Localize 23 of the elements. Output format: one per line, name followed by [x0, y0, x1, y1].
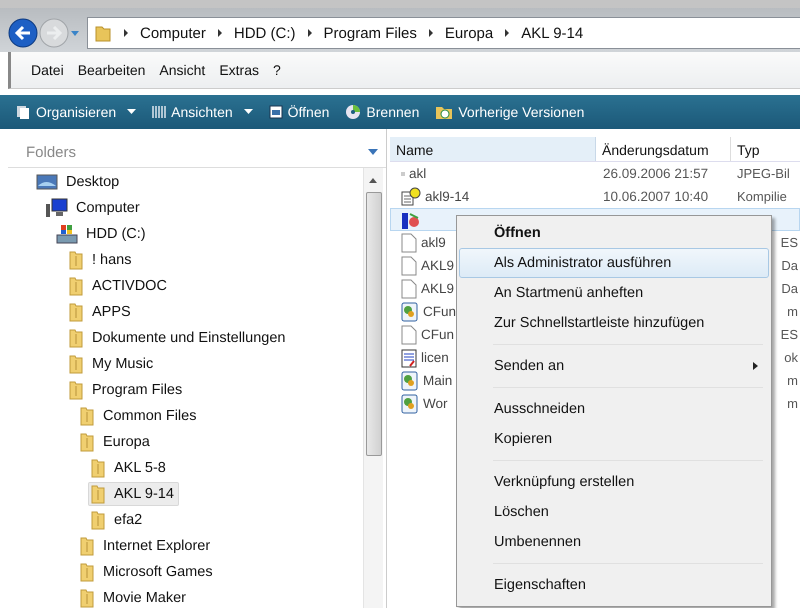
type-cell: m — [787, 396, 798, 411]
type-cell: m — [787, 304, 798, 319]
file-name: CFun — [423, 304, 456, 319]
date-cell: 10.06.2007 10:40 — [603, 189, 708, 204]
file-name: Wor — [423, 396, 448, 411]
date-cell: 26.09.2006 21:57 — [603, 166, 708, 181]
file-name: licen — [421, 350, 449, 365]
type-cell: Kompilie — [737, 189, 787, 204]
type-cell: m — [787, 373, 798, 388]
file-name: AKL9 — [421, 281, 454, 296]
type-cell: JPEG-Bil — [737, 166, 790, 181]
file-name: akl — [409, 166, 426, 181]
type-cell: Da — [781, 281, 798, 296]
file-name: CFun — [421, 327, 454, 342]
type-cell: ok — [784, 350, 798, 365]
type-cell: ES — [780, 235, 798, 250]
pane-title: Folders — [26, 144, 76, 160]
file-name: akl9 — [421, 235, 446, 250]
type-cell: ES — [780, 327, 798, 342]
file-name: AKL9 — [421, 258, 454, 273]
file-name: akl9-14 — [425, 189, 470, 204]
type-cell: Da — [781, 258, 798, 273]
file-name: Main — [423, 373, 452, 388]
